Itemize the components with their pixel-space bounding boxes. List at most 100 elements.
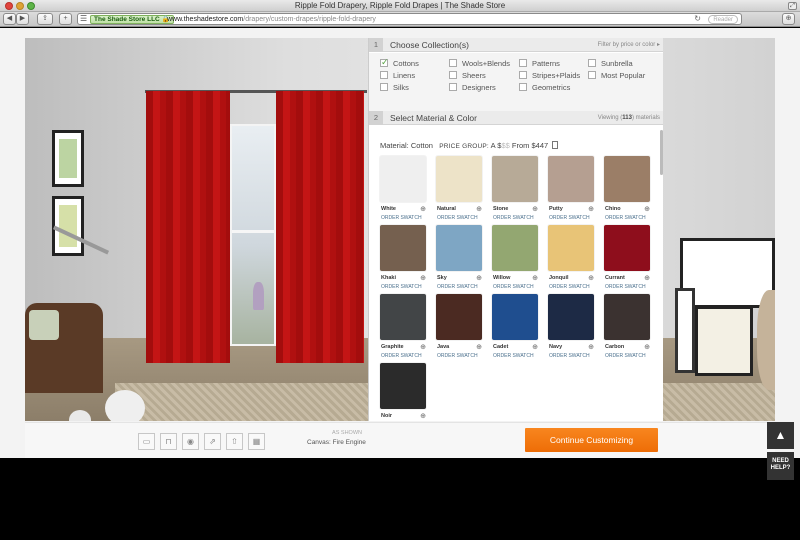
material-swatch[interactable]: Jonquil ⊕ ORDER SWATCH	[548, 225, 594, 290]
material-swatch[interactable]: Natural ⊕ ORDER SWATCH	[436, 156, 482, 221]
order-swatch-link[interactable]: ORDER SWATCH	[437, 215, 478, 221]
material-swatch[interactable]: Willow ⊕ ORDER SWATCH	[492, 225, 538, 290]
material-swatch[interactable]: Carbon ⊕ ORDER SWATCH	[604, 294, 650, 359]
order-swatch-link[interactable]: ORDER SWATCH	[381, 284, 422, 290]
swatch-tile[interactable]	[548, 156, 594, 202]
panel-scrollbar[interactable]	[660, 130, 663, 175]
upload-icon[interactable]: ⇧	[226, 433, 243, 450]
checkbox[interactable]	[380, 71, 388, 79]
share-icon[interactable]: ⇪	[37, 13, 53, 25]
order-swatch-link[interactable]: ORDER SWATCH	[437, 353, 478, 359]
order-swatch-link[interactable]: ORDER SWATCH	[549, 353, 590, 359]
fullscreen-icon[interactable]: ⤢	[788, 2, 797, 10]
order-swatch-link[interactable]: ORDER SWATCH	[605, 284, 646, 290]
zoom-icon[interactable]: ⊕	[420, 412, 426, 420]
reader-button[interactable]: Reader	[708, 15, 738, 24]
collection-option[interactable]: Geometrics	[519, 83, 570, 92]
ev-certificate-badge[interactable]: The Shade Store LLC 🔒	[90, 15, 174, 24]
new-tab-icon[interactable]: +	[59, 13, 72, 25]
need-help-button[interactable]: NEED HELP?	[767, 452, 794, 480]
material-swatch[interactable]: Noir ⊕	[380, 363, 426, 420]
collection-option[interactable]: Sunbrella	[588, 59, 633, 68]
zoom-icon[interactable]: ⊕	[532, 205, 538, 213]
zoom-icon[interactable]: ⊕	[476, 343, 482, 351]
material-swatch[interactable]: Navy ⊕ ORDER SWATCH	[548, 294, 594, 359]
collection-option[interactable]: Linens	[380, 71, 415, 80]
swatch-tile[interactable]	[604, 156, 650, 202]
material-swatch[interactable]: White ⊕ ORDER SWATCH	[380, 156, 426, 221]
filter-toggle[interactable]: Filter by price or color ▸	[598, 38, 660, 52]
material-swatch[interactable]: Currant ⊕ ORDER SWATCH	[604, 225, 650, 290]
order-swatch-link[interactable]: ORDER SWATCH	[437, 284, 478, 290]
checkbox[interactable]	[449, 59, 457, 67]
room-view-icon[interactable]: ▭	[138, 433, 155, 450]
order-swatch-link[interactable]: ORDER SWATCH	[605, 353, 646, 359]
downloads-icon[interactable]: ⊕	[782, 13, 795, 25]
order-swatch-link[interactable]: ORDER SWATCH	[493, 284, 534, 290]
collection-option[interactable]: Cottons	[380, 57, 419, 68]
checkbox[interactable]	[519, 59, 527, 67]
collection-option[interactable]: Sheers	[449, 71, 486, 80]
calculator-icon[interactable]: ▦	[248, 433, 265, 450]
material-swatch[interactable]: Cadet ⊕ ORDER SWATCH	[492, 294, 538, 359]
zoom-icon[interactable]: ⊕	[420, 343, 426, 351]
material-swatch[interactable]: Khaki ⊕ ORDER SWATCH	[380, 225, 426, 290]
material-swatch[interactable]: Chino ⊕ ORDER SWATCH	[604, 156, 650, 221]
swatch-tile[interactable]	[492, 156, 538, 202]
zoom-icon[interactable]: ⊕	[644, 205, 650, 213]
swatch-tile[interactable]	[380, 363, 426, 409]
swatch-tile[interactable]	[380, 156, 426, 202]
material-swatch[interactable]: Stone ⊕ ORDER SWATCH	[492, 156, 538, 221]
order-swatch-link[interactable]: ORDER SWATCH	[381, 353, 422, 359]
scroll-top-button[interactable]: ▲	[767, 422, 794, 449]
order-swatch-link[interactable]: ORDER SWATCH	[605, 215, 646, 221]
zoom-icon[interactable]: ⊕	[420, 205, 426, 213]
url-text[interactable]: www.theshadestore.com/drapery/custom-dra…	[167, 15, 376, 24]
zoom-icon[interactable]: ⊕	[532, 343, 538, 351]
checkbox[interactable]	[519, 71, 527, 79]
zoom-icon[interactable]: ⊕	[588, 274, 594, 282]
continue-customizing-button[interactable]: Continue Customizing	[525, 428, 658, 452]
zoom-icon[interactable]: ⊕	[476, 205, 482, 213]
order-swatch-link[interactable]: ORDER SWATCH	[549, 215, 590, 221]
checkbox[interactable]	[449, 83, 457, 91]
swatch-tile[interactable]	[436, 294, 482, 340]
back-icon[interactable]: ◀	[3, 13, 16, 25]
camera-icon[interactable]: ◉	[182, 433, 199, 450]
share-icon[interactable]: ⇗	[204, 433, 221, 450]
zoom-icon[interactable]: ⊕	[532, 274, 538, 282]
forward-icon[interactable]: ▶	[16, 13, 29, 25]
swatch-tile[interactable]	[380, 225, 426, 271]
order-swatch-link[interactable]: ORDER SWATCH	[493, 215, 534, 221]
zoom-icon[interactable]: ⊕	[644, 343, 650, 351]
swatch-tile[interactable]	[436, 225, 482, 271]
material-swatch[interactable]: Sky ⊕ ORDER SWATCH	[436, 225, 482, 290]
swatch-tile[interactable]	[548, 294, 594, 340]
sidebar-icon[interactable]: ☰	[80, 14, 87, 23]
checkbox[interactable]	[380, 57, 389, 68]
swatch-tile[interactable]	[492, 225, 538, 271]
zoom-icon[interactable]: ⊕	[420, 274, 426, 282]
zoom-icon[interactable]: ⊕	[644, 274, 650, 282]
collection-option[interactable]: Stripes+Plaids	[519, 71, 580, 80]
hardware-icon[interactable]: ⊓	[160, 433, 177, 450]
calculator-icon[interactable]	[552, 141, 559, 149]
swatch-tile[interactable]	[492, 294, 538, 340]
collection-option[interactable]: Designers	[449, 83, 496, 92]
checkbox[interactable]	[449, 71, 457, 79]
order-swatch-link[interactable]: ORDER SWATCH	[381, 215, 422, 221]
checkbox[interactable]	[380, 83, 388, 91]
checkbox[interactable]	[588, 71, 596, 79]
swatch-tile[interactable]	[604, 294, 650, 340]
swatch-tile[interactable]	[604, 225, 650, 271]
collection-option[interactable]: Wools+Blends	[449, 59, 510, 68]
zoom-icon[interactable]: ⊕	[476, 274, 482, 282]
order-swatch-link[interactable]: ORDER SWATCH	[549, 284, 590, 290]
reload-icon[interactable]: ↻	[694, 14, 701, 23]
material-swatch[interactable]: Java ⊕ ORDER SWATCH	[436, 294, 482, 359]
checkbox[interactable]	[519, 83, 527, 91]
collection-option[interactable]: Patterns	[519, 59, 560, 68]
address-bar[interactable]: ☰ The Shade Store LLC 🔒 www.theshadestor…	[77, 13, 742, 25]
order-swatch-link[interactable]: ORDER SWATCH	[493, 353, 534, 359]
collection-option[interactable]: Silks	[380, 83, 409, 92]
